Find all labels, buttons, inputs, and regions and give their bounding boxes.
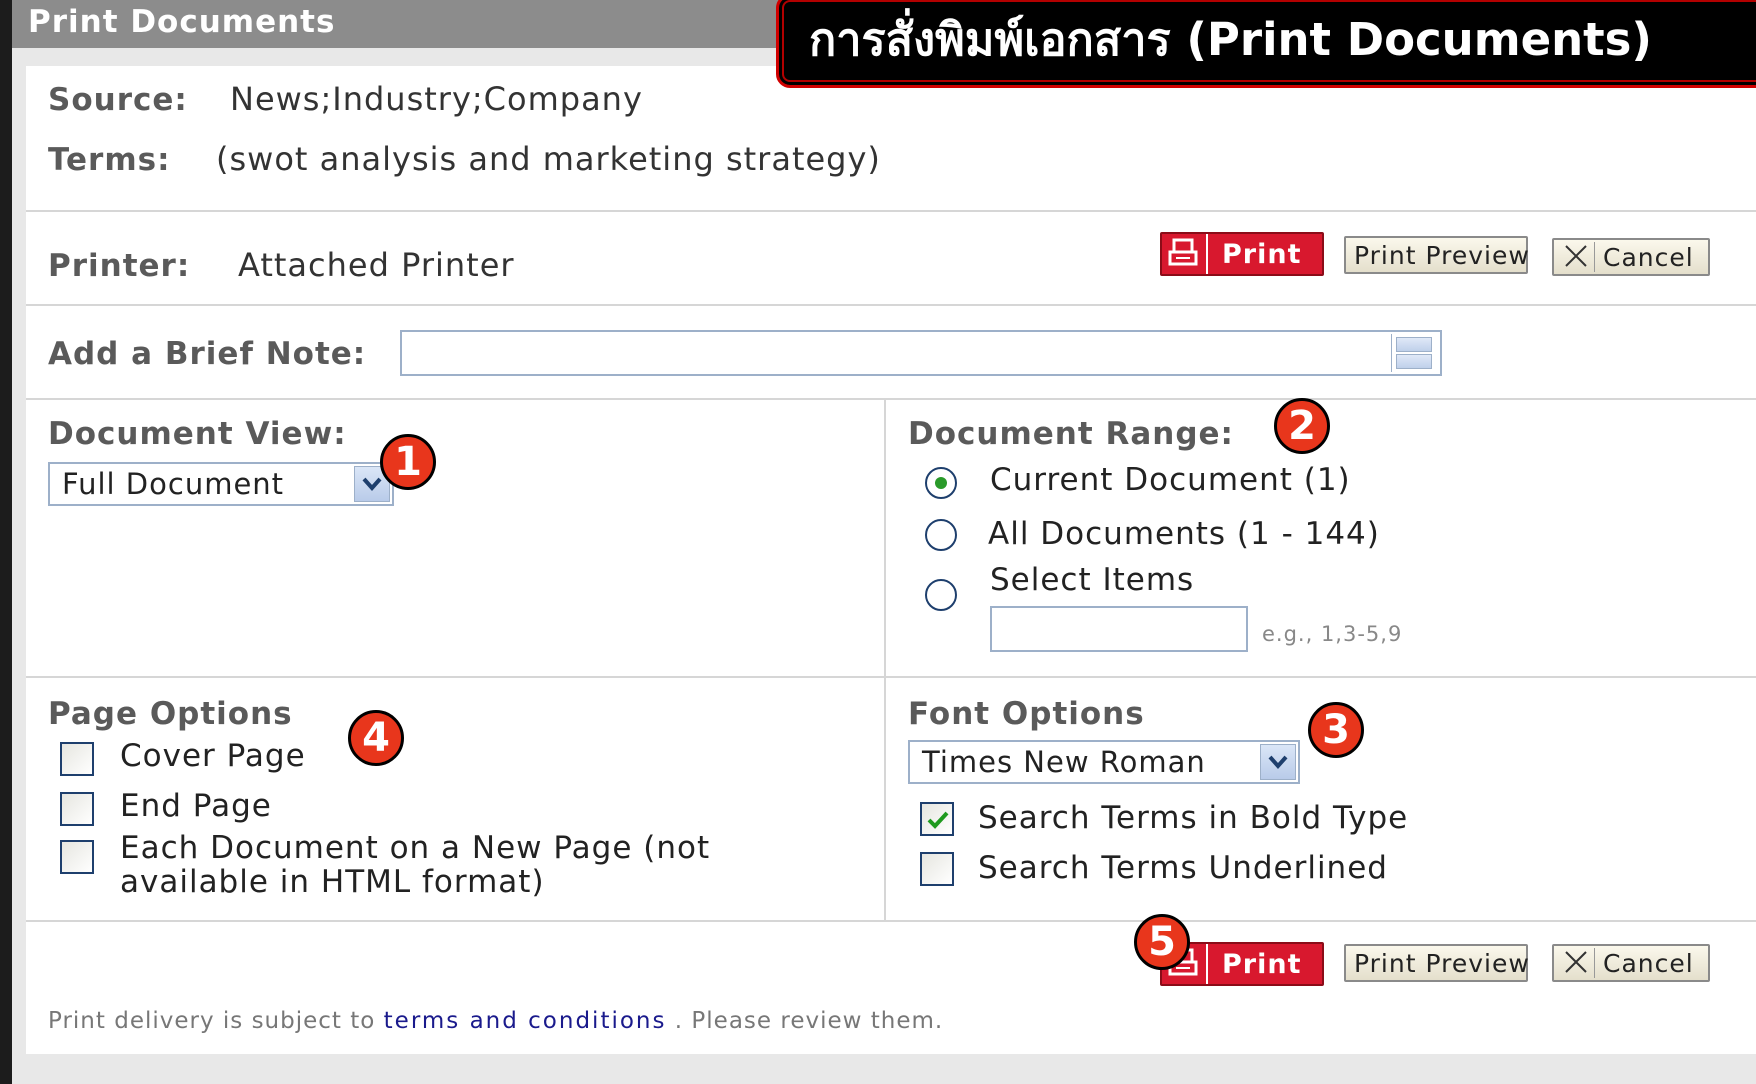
footer-prefix: Print delivery is subject to — [48, 1008, 376, 1034]
terms-label: Terms: — [48, 142, 171, 178]
each-doc-new-page-label: Each Document on a New Page (not — [120, 830, 711, 866]
print-preview-label: Print Preview — [1354, 240, 1530, 270]
banner-text: การสั่งพิมพ์เอกสาร (Print Documents) — [809, 13, 1653, 66]
callout-5: 5 — [1134, 914, 1190, 970]
cancel-button-top[interactable]: Cancel — [1552, 238, 1710, 276]
callout-4: 4 — [348, 710, 404, 766]
terms-value: (swot analysis and marketing strategy) — [216, 140, 881, 178]
print-button-label: Print — [1222, 948, 1302, 980]
close-icon — [1562, 242, 1595, 272]
checkbox-bold-terms[interactable] — [920, 802, 954, 836]
printer-icon — [1162, 234, 1208, 274]
footer-suffix: . Please review them. — [674, 1008, 944, 1034]
divider — [26, 676, 1756, 678]
note-scroll-spinner[interactable] — [1391, 334, 1438, 372]
range-option-select-items: Select Items — [990, 562, 1195, 598]
radio-current-document[interactable] — [924, 466, 958, 500]
end-page-label: End Page — [120, 788, 272, 824]
cancel-button-bottom[interactable]: Cancel — [1552, 944, 1710, 982]
close-icon — [1562, 948, 1595, 978]
note-label: Add a Brief Note: — [48, 336, 367, 372]
select-items-hint: e.g., 1,3-5,9 — [1262, 622, 1403, 646]
document-range-label: Document Range: — [908, 416, 1234, 452]
divider — [26, 304, 1756, 306]
print-preview-label: Print Preview — [1354, 948, 1530, 978]
font-select[interactable]: Times New Roman — [908, 740, 1300, 784]
source-label: Source: — [48, 82, 188, 118]
print-button-label: Print — [1222, 238, 1302, 270]
page-options-label: Page Options — [48, 696, 293, 732]
select-items-input[interactable] — [990, 606, 1248, 652]
radio-select-items[interactable] — [924, 578, 958, 612]
range-option-all: All Documents (1 - 144) — [988, 516, 1380, 552]
print-documents-panel: Source: News;Industry;Company Terms: (sw… — [26, 66, 1756, 1054]
checkbox-cover-page[interactable] — [60, 742, 94, 776]
print-preview-button-top[interactable]: Print Preview — [1344, 236, 1530, 274]
callout-1: 1 — [380, 434, 436, 490]
document-view-label: Document View: — [48, 416, 347, 452]
checkbox-end-page[interactable] — [60, 792, 94, 826]
font-select-value: Times New Roman — [922, 745, 1206, 779]
brief-note-input[interactable] — [400, 330, 1442, 376]
divider — [26, 920, 1756, 922]
cancel-label: Cancel — [1603, 948, 1694, 978]
footer-note: Print delivery is subject to terms and c… — [48, 1008, 943, 1034]
cover-page-label: Cover Page — [120, 738, 306, 774]
cancel-label: Cancel — [1603, 242, 1694, 272]
document-view-select[interactable]: Full Document — [48, 462, 394, 506]
checkbox-each-doc-new-page[interactable] — [60, 840, 94, 874]
scroll-up-icon[interactable] — [1396, 337, 1432, 352]
printer-label: Printer: — [48, 248, 191, 284]
thai-title-banner: การสั่งพิมพ์เอกสาร (Print Documents) — [776, 0, 1756, 88]
divider — [26, 210, 1756, 212]
callout-2: 2 — [1274, 398, 1330, 454]
left-edge-strip — [0, 0, 12, 1084]
terms-and-conditions-link[interactable]: terms and conditions — [384, 1008, 667, 1034]
printer-value: Attached Printer — [238, 246, 515, 284]
print-button-top[interactable]: Print — [1160, 232, 1324, 276]
column-divider — [884, 398, 886, 922]
divider — [26, 398, 1756, 400]
document-view-value: Full Document — [62, 467, 285, 501]
print-preview-button-bottom[interactable]: Print Preview — [1344, 944, 1530, 982]
callout-3: 3 — [1308, 702, 1364, 758]
checkbox-underline-terms[interactable] — [920, 852, 954, 886]
bold-terms-label: Search Terms in Bold Type — [978, 800, 1409, 836]
range-option-current: Current Document (1) — [990, 462, 1351, 498]
underline-terms-label: Search Terms Underlined — [978, 850, 1388, 886]
chevron-down-icon[interactable] — [1260, 744, 1296, 780]
checkmark-icon — [927, 811, 949, 829]
radio-all-documents[interactable] — [924, 518, 958, 552]
source-value: News;Industry;Company — [230, 80, 643, 118]
font-options-label: Font Options — [908, 696, 1145, 732]
window-title: Print Documents — [28, 4, 336, 40]
scroll-down-icon[interactable] — [1396, 354, 1432, 369]
each-doc-new-page-label-line2: available in HTML format) — [120, 864, 545, 900]
